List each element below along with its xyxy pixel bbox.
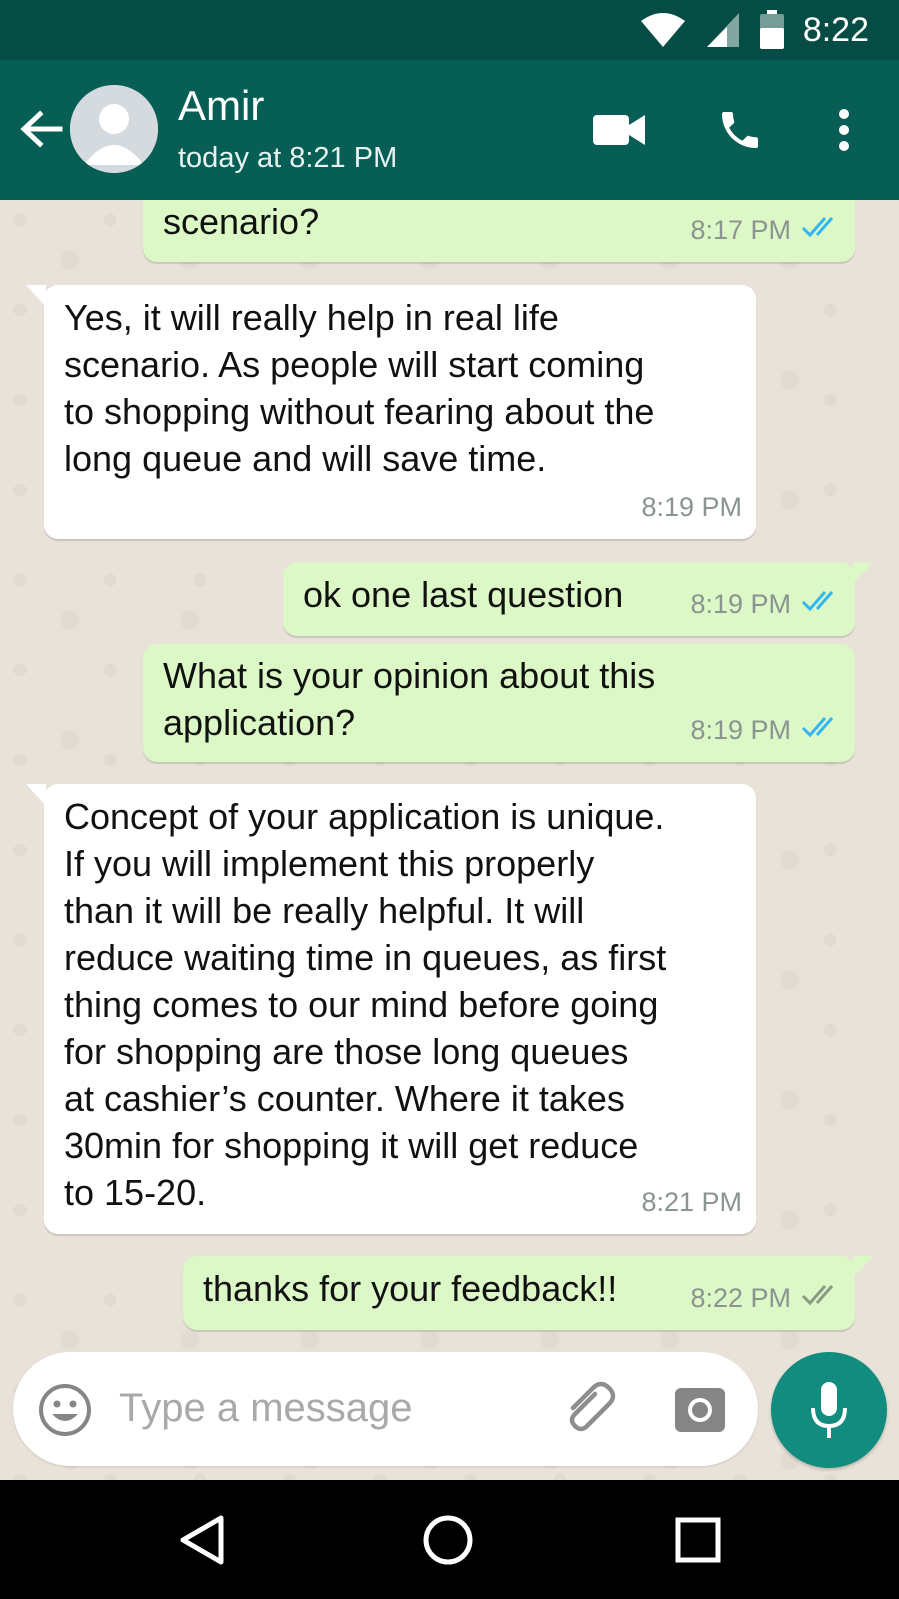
message-time: 8:21 PM xyxy=(641,1187,742,1217)
nav-back-button[interactable] xyxy=(172,1510,232,1570)
phone-icon xyxy=(722,112,758,148)
camera-icon xyxy=(675,1388,725,1432)
message-list[interactable]: scenario? 8:17 PM Yes, it will really he… xyxy=(0,200,899,1480)
status-time: 8:22 xyxy=(802,10,869,49)
message-bubble-outgoing[interactable]: ok one last question 8:19 PM xyxy=(283,562,873,636)
message-composer xyxy=(13,1352,758,1466)
read-ticks-icon xyxy=(801,581,841,628)
read-ticks-icon xyxy=(801,707,841,754)
paperclip-icon xyxy=(569,1381,616,1432)
back-button[interactable] xyxy=(18,106,64,152)
message-bubble-incoming[interactable]: Concept of your application is unique. I… xyxy=(26,784,756,1234)
camera-button[interactable] xyxy=(673,1382,727,1436)
more-options-button[interactable] xyxy=(822,100,866,160)
status-bar: 8:22 xyxy=(0,0,899,60)
voice-message-button[interactable] xyxy=(771,1352,887,1468)
read-ticks-icon xyxy=(801,207,841,254)
message-text: Concept of your application is unique. I… xyxy=(64,796,667,1213)
avatar[interactable] xyxy=(70,85,158,173)
message-time: 8:22 PM xyxy=(690,1283,791,1313)
message-meta: 8:19 PM xyxy=(690,707,841,754)
message-text: Yes, it will really help in real life sc… xyxy=(64,297,655,479)
triangle-back-icon xyxy=(180,1515,224,1565)
chat-header: Amir today at 8:21 PM xyxy=(0,60,899,200)
contact-name[interactable]: Amir xyxy=(178,82,264,130)
circle-home-icon xyxy=(423,1515,473,1565)
message-bubble-incoming[interactable]: Yes, it will really help in real life sc… xyxy=(26,285,756,539)
message-meta: 8:19 PM xyxy=(690,581,841,628)
message-input[interactable] xyxy=(119,1378,539,1438)
delivered-ticks-icon xyxy=(801,1275,841,1322)
last-seen-status: today at 8:21 PM xyxy=(178,142,398,174)
microphone-icon xyxy=(811,1382,847,1438)
message-time: 8:17 PM xyxy=(690,215,791,245)
message-meta: 8:19 PM xyxy=(641,484,742,531)
nav-recents-button[interactable] xyxy=(668,1510,728,1570)
video-call-icon xyxy=(593,115,645,145)
attach-button[interactable] xyxy=(561,1380,625,1440)
message-meta: 8:22 PM xyxy=(690,1275,841,1322)
message-time: 8:19 PM xyxy=(690,589,791,619)
message-bubble-outgoing[interactable]: thanks for your feedback!! 8:22 PM xyxy=(183,1256,873,1330)
message-time: 8:19 PM xyxy=(690,715,791,745)
video-call-button[interactable] xyxy=(588,100,652,160)
message-bubble-outgoing[interactable]: What is your opinion about this applicat… xyxy=(143,644,855,762)
default-avatar-icon xyxy=(70,85,158,173)
nav-home-button[interactable] xyxy=(418,1510,478,1570)
wifi-icon xyxy=(639,11,687,49)
message-meta: 8:17 PM xyxy=(690,207,841,254)
message-time: 8:19 PM xyxy=(641,492,742,522)
emoji-button[interactable] xyxy=(37,1382,93,1438)
message-meta: 8:21 PM xyxy=(641,1179,742,1226)
message-bubble-outgoing[interactable]: scenario? 8:17 PM xyxy=(143,200,855,262)
signal-icon xyxy=(705,11,741,49)
more-vert-icon xyxy=(839,109,849,151)
system-nav-bar xyxy=(0,1480,899,1599)
battery-icon xyxy=(759,10,785,50)
square-recents-icon xyxy=(675,1517,721,1563)
arrow-left-icon xyxy=(20,110,63,148)
voice-call-button[interactable] xyxy=(712,100,768,160)
emoji-icon xyxy=(39,1384,91,1436)
